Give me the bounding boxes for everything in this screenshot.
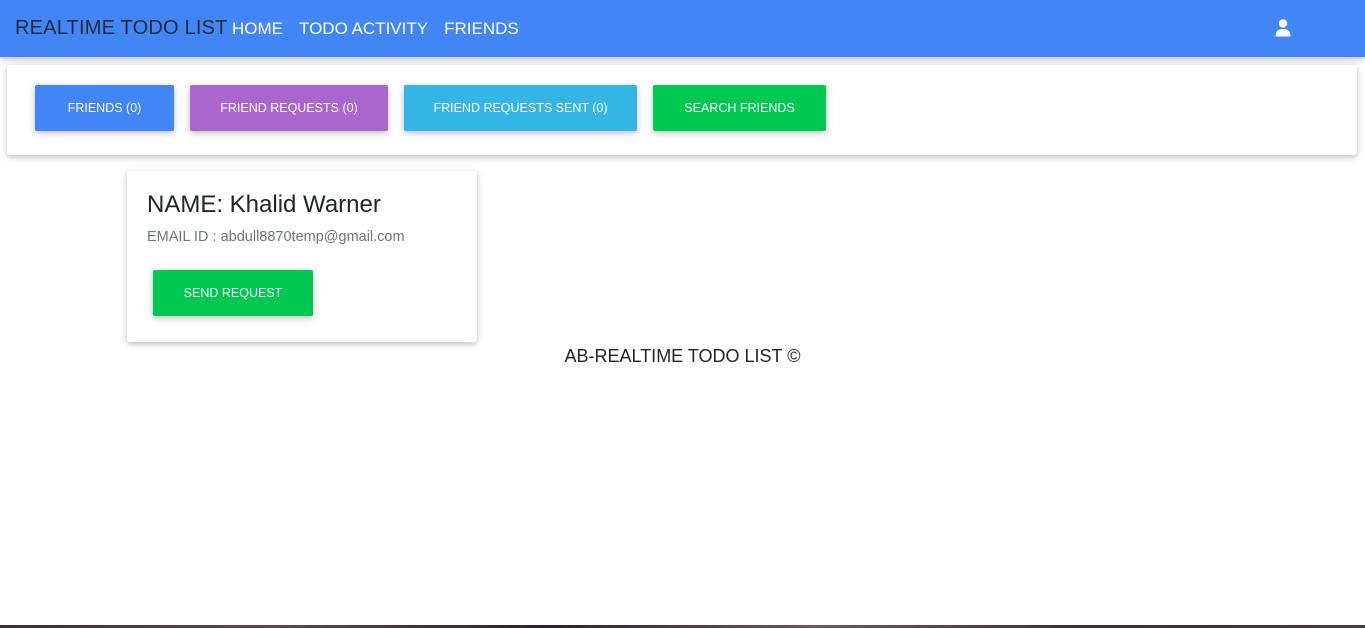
friend-requests-button[interactable]: FRIEND REQUESTS (0) [190,85,388,131]
send-request-button[interactable]: SEND REQUEST [153,270,313,316]
user-name: NAME: Khalid Warner [147,191,381,218]
user-icon[interactable] [1275,19,1291,37]
nav-link-friends[interactable]: FRIENDS [444,19,519,39]
user-email: EMAIL ID : abdull8870temp@gmail.com [147,229,405,245]
brand-title[interactable]: REALTIME TODO LIST [15,17,228,40]
page: REALTIME TODO LIST HOME TODO ACTIVITY FR… [0,0,1365,628]
search-friends-button[interactable]: SEARCH FRIENDS [653,85,826,131]
friends-button[interactable]: FRIENDS (0) [35,85,174,131]
friend-requests-sent-button[interactable]: FRIEND REQUESTS SENT (0) [404,85,637,131]
nav-link-home[interactable]: HOME [232,19,283,39]
nav-link-todo-activity[interactable]: TODO ACTIVITY [299,19,428,39]
footer-text: AB-REALTIME TODO LIST © [564,346,801,366]
nav-links: HOME TODO ACTIVITY FRIENDS [232,19,519,39]
user-result-card: NAME: Khalid Warner EMAIL ID : abdull887… [127,171,477,342]
friends-tab-panel: FRIENDS (0) FRIEND REQUESTS (0) FRIEND R… [7,65,1357,155]
navbar: REALTIME TODO LIST HOME TODO ACTIVITY FR… [0,0,1365,57]
